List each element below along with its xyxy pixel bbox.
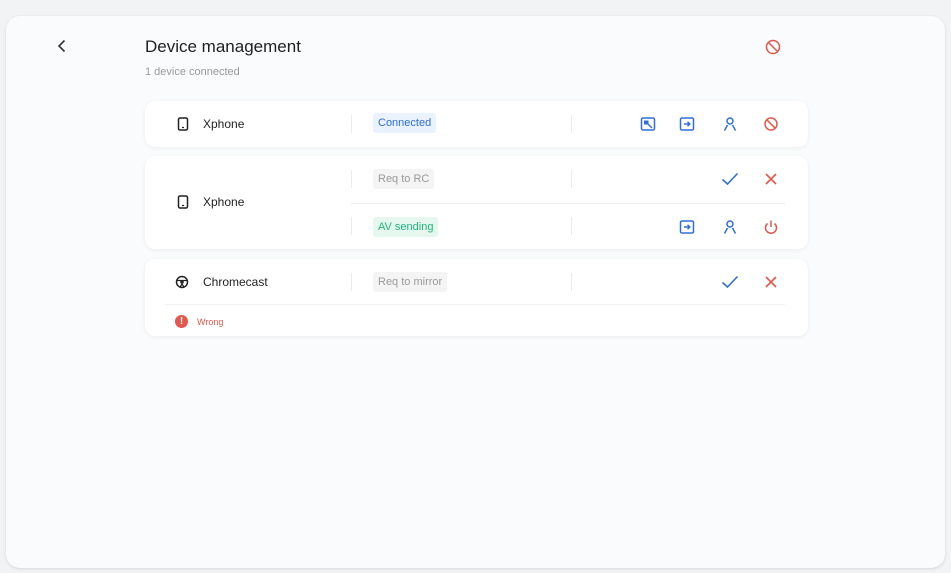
file-transfer-button[interactable] xyxy=(677,114,697,134)
column-divider xyxy=(571,170,572,188)
device-card: Chromecast Req to mirror ! Wrong xyxy=(145,259,808,336)
reject-button[interactable] xyxy=(761,169,781,189)
error-icon: ! xyxy=(175,315,188,328)
accept-button[interactable] xyxy=(720,272,740,292)
column-divider xyxy=(571,273,572,291)
power-icon xyxy=(764,220,778,234)
user-icon xyxy=(723,117,737,131)
phone-icon xyxy=(175,116,191,132)
row-divider xyxy=(165,304,785,305)
column-divider xyxy=(571,115,572,133)
file-transfer-icon xyxy=(679,220,695,234)
column-divider xyxy=(351,170,352,188)
device-name: Chromecast xyxy=(203,275,268,289)
status-badge: Connected xyxy=(373,113,437,133)
block-icon xyxy=(765,39,781,55)
column-divider xyxy=(571,217,572,235)
file-transfer-icon xyxy=(679,117,695,131)
device-card: Xphone Connected xyxy=(145,101,808,147)
file-transfer-button[interactable] xyxy=(677,217,697,237)
page-title: Device management xyxy=(145,37,301,56)
accept-button[interactable] xyxy=(720,169,740,189)
chevron-left-icon xyxy=(57,39,66,53)
screen-share-icon xyxy=(640,117,656,131)
column-divider xyxy=(351,273,352,291)
reject-button[interactable] xyxy=(761,272,781,292)
disconnect-all-button[interactable] xyxy=(762,36,784,58)
connected-count: 1 device connected xyxy=(145,66,240,78)
status-badge: Req to mirror xyxy=(373,272,448,292)
status-badge: AV sending xyxy=(373,217,439,237)
user-icon xyxy=(723,220,737,234)
back-button[interactable] xyxy=(52,36,72,56)
screen-share-button[interactable] xyxy=(638,114,658,134)
status-badge: Req to RC xyxy=(373,169,435,189)
column-divider xyxy=(351,217,352,235)
disconnect-button[interactable] xyxy=(761,114,781,134)
device-name: Xphone xyxy=(203,117,245,131)
phone-icon xyxy=(175,194,191,210)
user-button[interactable] xyxy=(720,114,740,134)
chromecast-icon xyxy=(174,274,190,290)
check-icon xyxy=(721,275,739,289)
block-icon xyxy=(764,117,778,131)
device-name: Xphone xyxy=(203,195,245,209)
error-message: Wrong xyxy=(197,317,224,327)
close-icon xyxy=(765,173,777,185)
check-icon xyxy=(721,172,739,186)
user-button[interactable] xyxy=(720,217,740,237)
column-divider xyxy=(351,115,352,133)
device-card: Xphone Req to RC AV sending xyxy=(145,156,808,249)
power-button[interactable] xyxy=(761,217,781,237)
close-icon xyxy=(765,276,777,288)
row-divider xyxy=(351,203,785,204)
